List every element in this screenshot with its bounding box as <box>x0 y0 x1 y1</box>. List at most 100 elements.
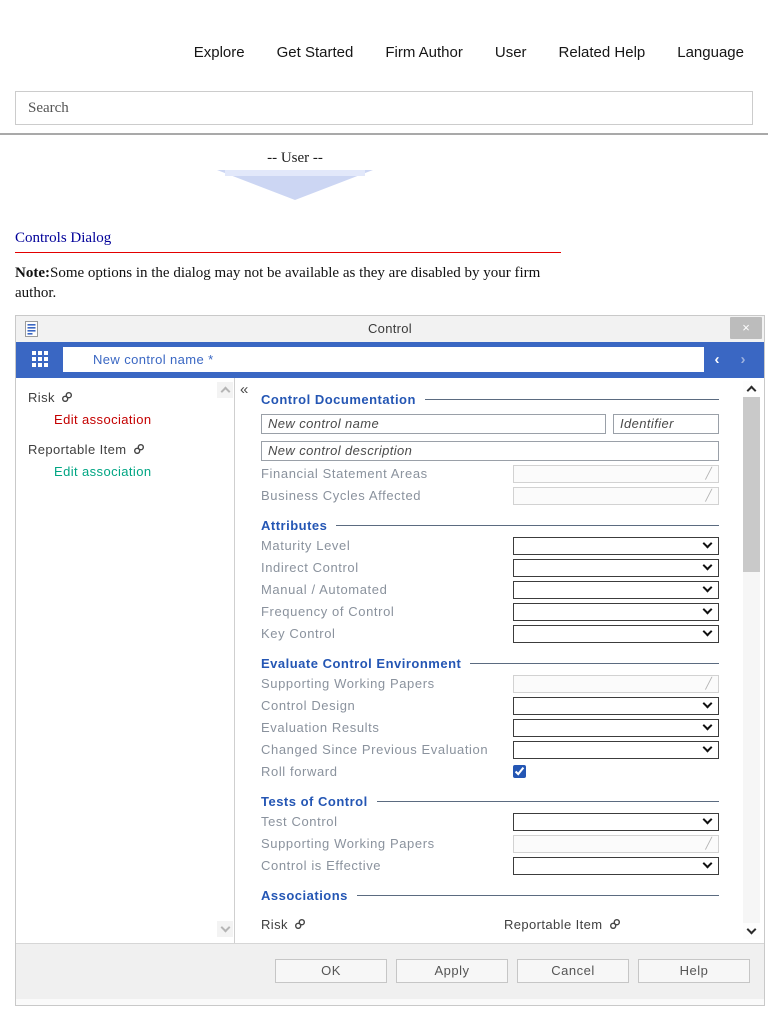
identifier-field[interactable] <box>613 413 719 434</box>
frequency-of-control-select[interactable] <box>513 602 719 621</box>
field-label: Control is Effective <box>261 858 382 874</box>
note-text: Some options in the dialog may not be av… <box>15 265 541 301</box>
section-associations: Associations <box>261 888 719 903</box>
arrow-down-icon <box>217 170 373 200</box>
association-risk[interactable]: Risk <box>261 917 504 932</box>
name-identifier-row <box>261 413 719 434</box>
cancel-button[interactable]: Cancel <box>517 958 629 983</box>
form-row: Business Cycles Affected ╱ <box>261 486 719 505</box>
grid-menu-icon[interactable] <box>32 351 49 368</box>
nav-item-language[interactable]: Language <box>677 44 744 61</box>
dialog-body: Risk Edit association Reportable Item Ed… <box>16 377 764 943</box>
field-label: Supporting Working Papers <box>261 836 435 852</box>
manual-automated-select[interactable] <box>513 580 719 599</box>
note-paragraph: Note:Some options in the dialog may not … <box>15 264 561 304</box>
field-label: Frequency of Control <box>261 604 395 620</box>
new-control-name-field[interactable] <box>261 413 606 434</box>
apply-button[interactable]: Apply <box>396 958 508 983</box>
link-icon <box>609 919 620 930</box>
collapse-panel-icon[interactable]: « <box>240 381 248 398</box>
form-row: Roll forward <box>261 763 719 781</box>
risk-label: Risk <box>28 389 55 405</box>
chevron-down-icon <box>702 604 713 615</box>
dialog-title: Control <box>367 321 412 337</box>
scroll-up-icon[interactable] <box>217 381 233 398</box>
close-icon[interactable]: × <box>730 316 762 339</box>
sidebar-item-risk: Risk <box>28 390 216 405</box>
field-label: Maturity Level <box>261 538 351 554</box>
scrollbar-track[interactable] <box>743 396 760 923</box>
maturity-level-select[interactable] <box>513 536 719 555</box>
edit-pencil-icon: ╱ <box>705 490 712 503</box>
sidebar-item-reportable-item: Reportable Item <box>28 442 216 457</box>
control-design-select[interactable] <box>513 696 719 715</box>
chevron-down-icon <box>702 858 713 869</box>
roll-forward-checkbox[interactable] <box>513 765 526 779</box>
edit-pencil-icon: ╱ <box>705 468 712 481</box>
top-navigation: Explore Get Started Firm Author User Rel… <box>0 0 768 61</box>
section-attributes: Attributes <box>261 518 719 533</box>
section-title: Attributes <box>261 517 328 533</box>
associations-row: Risk Reportable Item <box>261 917 719 932</box>
nav-item-firm-author[interactable]: Firm Author <box>385 44 463 61</box>
edit-pencil-icon: ╱ <box>705 838 712 851</box>
association-reportable-item[interactable]: Reportable Item <box>504 917 621 932</box>
business-cycles-affected-field: ╱ <box>513 486 719 505</box>
form-row: Supporting Working Papers ╱ <box>261 674 719 693</box>
flow-marker: -- User -- <box>15 150 575 200</box>
chevron-down-icon <box>702 538 713 549</box>
field-label: Evaluation Results <box>261 720 380 736</box>
supporting-working-papers-field: ╱ <box>513 834 719 853</box>
field-label: Control Design <box>261 698 356 714</box>
chevron-left-icon[interactable]: ‹ <box>704 351 730 368</box>
association-sidebar: Risk Edit association Reportable Item Ed… <box>16 378 216 943</box>
link-icon <box>133 444 144 455</box>
control-name-input[interactable] <box>63 347 704 373</box>
field-label: Changed Since Previous Evaluation <box>261 742 489 758</box>
edit-association-reportable-link[interactable]: Edit association <box>28 464 216 479</box>
nav-item-get-started[interactable]: Get Started <box>277 44 354 61</box>
link-icon <box>294 919 305 930</box>
search-input[interactable] <box>15 91 753 125</box>
chevron-right-icon[interactable]: › <box>730 351 756 368</box>
scroll-down-icon[interactable] <box>743 922 760 939</box>
field-label: Manual / Automated <box>261 582 388 598</box>
form-row: Supporting Working Papers ╱ <box>261 834 719 853</box>
field-label: Financial Statement Areas <box>261 466 428 482</box>
link-icon <box>61 392 72 403</box>
section-tests-of-control: Tests of Control <box>261 794 719 809</box>
section-control-documentation: Control Documentation <box>261 392 719 407</box>
key-control-select[interactable] <box>513 624 719 643</box>
nav-item-explore[interactable]: Explore <box>194 44 245 61</box>
chevron-down-icon <box>702 698 713 709</box>
edit-association-risk-link[interactable]: Edit association <box>28 412 216 427</box>
scroll-down-icon[interactable] <box>217 920 233 937</box>
changed-since-previous-evaluation-select[interactable] <box>513 740 719 759</box>
field-label: Indirect Control <box>261 560 359 576</box>
section-title: Tests of Control <box>261 793 368 809</box>
nav-item-user[interactable]: User <box>495 44 527 61</box>
field-label: Key Control <box>261 626 336 642</box>
note-label: Note: <box>15 265 50 281</box>
section-title: Control Documentation <box>261 391 416 407</box>
supporting-working-papers-field: ╱ <box>513 674 719 693</box>
content-scrollbar[interactable] <box>739 378 764 943</box>
control-description-field[interactable] <box>261 440 719 461</box>
scrollbar-thumb[interactable] <box>743 396 760 572</box>
chevron-down-icon <box>702 742 713 753</box>
control-is-effective-select[interactable] <box>513 856 719 875</box>
form-row: Evaluation Results <box>261 718 719 737</box>
form-row: Indirect Control <box>261 558 719 577</box>
nav-item-related-help[interactable]: Related Help <box>559 44 646 61</box>
scroll-up-icon[interactable] <box>743 380 760 397</box>
chevron-down-icon <box>702 626 713 637</box>
help-button[interactable]: Help <box>638 958 750 983</box>
dialog-bottom-strip <box>16 998 764 1005</box>
sidebar-scrollbar[interactable] <box>216 378 234 943</box>
test-control-select[interactable] <box>513 812 719 831</box>
reportable-item-label: Reportable Item <box>28 441 127 457</box>
ok-button[interactable]: OK <box>275 958 387 983</box>
indirect-control-select[interactable] <box>513 558 719 577</box>
form-row: Control is Effective <box>261 856 719 875</box>
evaluation-results-select[interactable] <box>513 718 719 737</box>
